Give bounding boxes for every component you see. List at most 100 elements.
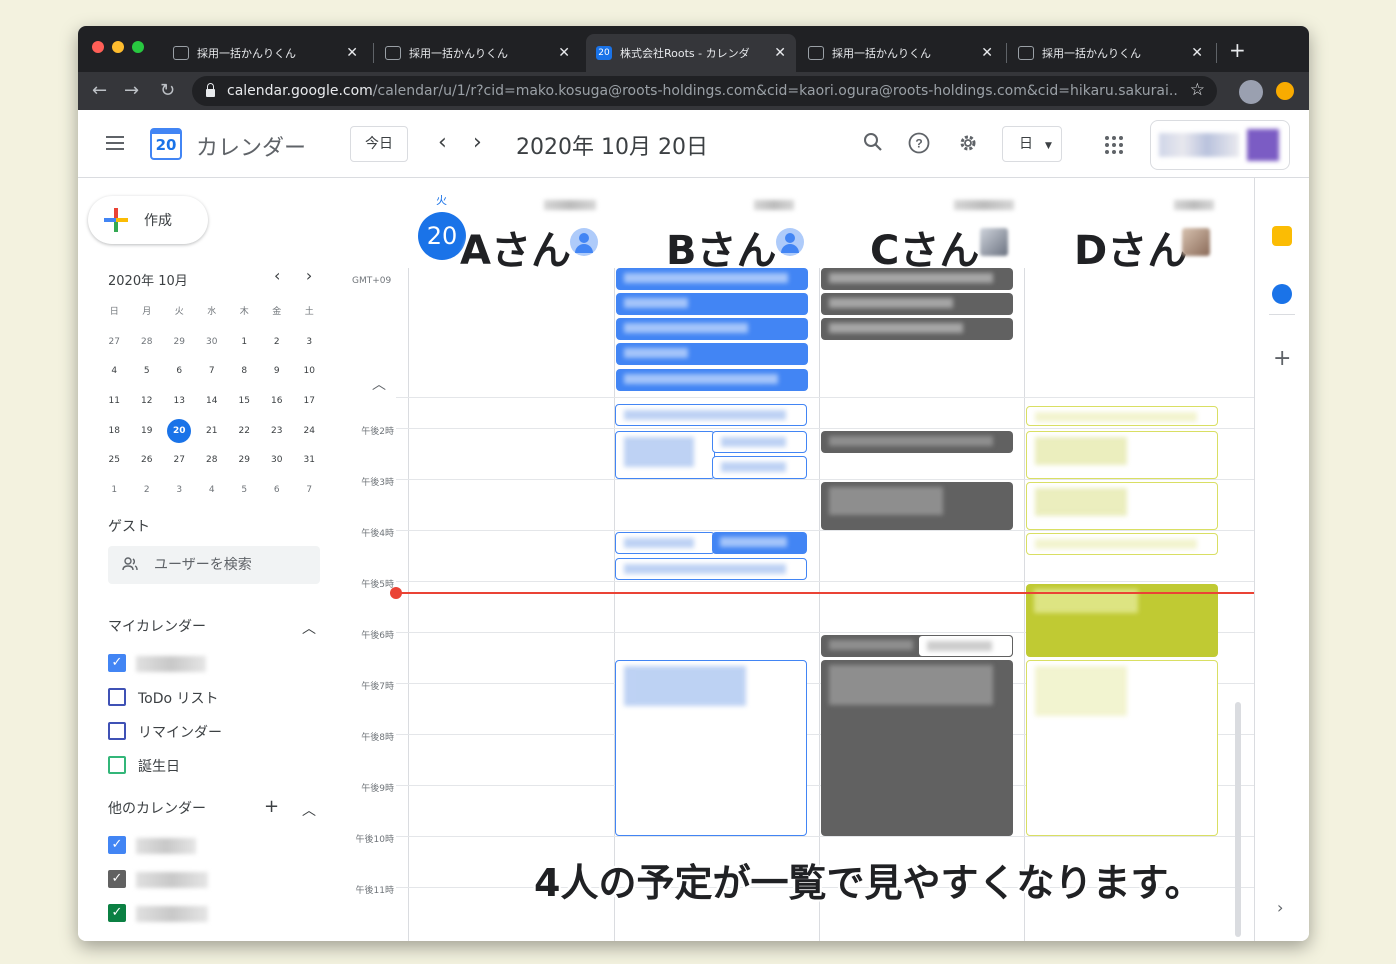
calendar-event[interactable]	[615, 431, 715, 479]
chevron-up-icon[interactable]: ︿	[302, 800, 316, 820]
get-addons-plus-icon[interactable]: +	[1273, 346, 1291, 371]
calendar-event[interactable]	[821, 293, 1013, 315]
calendar-checkbox[interactable]: ✓	[108, 654, 126, 672]
mini-calendar-day[interactable]: 25	[98, 450, 131, 480]
mini-calendar-day[interactable]: 3	[293, 332, 326, 362]
minimize-window-button[interactable]	[112, 41, 124, 53]
calendar-event[interactable]	[616, 268, 808, 290]
mini-calendar-day[interactable]: 27	[98, 332, 131, 362]
calendar-event[interactable]	[1026, 406, 1218, 426]
calendar-event[interactable]	[616, 318, 808, 340]
mini-calendar-day[interactable]: 6	[163, 361, 196, 391]
create-button[interactable]: 作成	[88, 196, 208, 244]
mini-calendar-day[interactable]: 4	[98, 361, 131, 391]
mini-calendar-day[interactable]: 29	[228, 450, 261, 480]
mini-calendar-day[interactable]: 4	[196, 480, 229, 510]
mini-calendar-day[interactable]: 26	[131, 450, 164, 480]
mini-calendar-day[interactable]: 28	[131, 332, 164, 362]
mini-calendar-day[interactable]: 1	[98, 480, 131, 510]
mini-calendar-day[interactable]: 17	[293, 391, 326, 421]
next-month-icon[interactable]: ›	[306, 266, 312, 285]
calendar-event[interactable]	[1026, 660, 1218, 836]
maximize-window-button[interactable]	[132, 41, 144, 53]
tab-close-icon[interactable]: ✕	[1191, 45, 1203, 61]
day-number[interactable]: 20	[418, 212, 466, 260]
mini-calendar-day[interactable]: 19	[131, 421, 164, 451]
mini-calendar-day[interactable]: 6	[261, 480, 294, 510]
mini-calendar-day[interactable]: 7	[196, 361, 229, 391]
mini-calendar-day[interactable]: 27	[163, 450, 196, 480]
calendar-event[interactable]	[616, 343, 808, 365]
scrollbar[interactable]	[1235, 702, 1241, 937]
add-calendar-icon[interactable]: +	[264, 796, 279, 817]
calendar-event[interactable]	[615, 558, 807, 580]
browser-tab[interactable]: 採用一括かんりくん ✕	[1008, 34, 1213, 72]
prev-month-icon[interactable]: ‹	[274, 266, 280, 285]
main-menu-icon[interactable]	[106, 136, 124, 150]
mini-calendar-day[interactable]: 11	[98, 391, 131, 421]
calendar-event[interactable]	[712, 431, 807, 453]
mini-calendar-day[interactable]: 5	[131, 361, 164, 391]
calendar-checkbox[interactable]: ✓	[108, 904, 126, 922]
mini-calendar-day[interactable]: 3	[163, 480, 196, 510]
calendar-event[interactable]	[616, 293, 808, 315]
profile-avatar[interactable]	[1239, 80, 1263, 104]
browser-tab-active[interactable]: 20 株式会社Roots - カレンダ ✕	[586, 34, 796, 72]
mini-calendar-day[interactable]: 28	[196, 450, 229, 480]
extension-icon[interactable]	[1276, 82, 1294, 100]
mini-calendar-day[interactable]: 8	[228, 361, 261, 391]
url-input[interactable]: calendar.google.com/calendar/u/1/r?cid=m…	[192, 76, 1217, 106]
mini-calendar-day[interactable]: 30	[196, 332, 229, 362]
back-arrow-icon[interactable]: ←	[92, 80, 107, 101]
browser-tab[interactable]: 採用一括かんりくん ✕	[375, 34, 580, 72]
calendar-checkbox[interactable]: ✓	[108, 836, 126, 854]
today-button[interactable]: 今日	[350, 126, 408, 162]
mini-calendar-day[interactable]: 13	[163, 391, 196, 421]
calendar-event[interactable]	[821, 268, 1013, 290]
mini-calendar-day[interactable]: 1	[228, 332, 261, 362]
calendar-event[interactable]	[821, 431, 1013, 453]
mini-calendar-day[interactable]: 22	[228, 421, 261, 451]
mini-calendar-nav[interactable]: ‹ ›	[274, 266, 312, 285]
user-search-input[interactable]: ユーザーを検索	[108, 546, 320, 584]
collapse-allday-icon[interactable]: ︿	[372, 374, 386, 394]
mini-calendar-day[interactable]: 2	[131, 480, 164, 510]
close-window-button[interactable]	[92, 41, 104, 53]
settings-gear-icon[interactable]	[957, 132, 979, 154]
calendar-event[interactable]	[615, 660, 807, 836]
search-icon[interactable]	[862, 132, 884, 154]
mini-calendar-day[interactable]: 29	[163, 332, 196, 362]
prev-day-button[interactable]: ‹	[438, 130, 447, 155]
calendar-event[interactable]	[616, 369, 808, 391]
calendar-event[interactable]	[615, 532, 715, 554]
mini-calendar-day[interactable]: 16	[261, 391, 294, 421]
tab-close-icon[interactable]: ✕	[346, 45, 358, 61]
calendar-event[interactable]	[615, 404, 807, 426]
calendar-event[interactable]	[1026, 482, 1218, 530]
calendar-event[interactable]	[821, 482, 1013, 530]
view-selector[interactable]: 日 ▼	[1002, 126, 1062, 162]
mini-calendar-day[interactable]: 9	[261, 361, 294, 391]
calendar-checkbox[interactable]	[108, 756, 126, 774]
google-apps-icon[interactable]	[1105, 136, 1123, 154]
mini-calendar-day[interactable]: 23	[261, 421, 294, 451]
keep-icon[interactable]	[1272, 226, 1292, 246]
calendar-event[interactable]	[821, 318, 1013, 340]
mini-calendar-day[interactable]: 31	[293, 450, 326, 480]
calendar-event[interactable]	[1026, 533, 1218, 555]
mini-calendar-day[interactable]: 5	[228, 480, 261, 510]
calendar-event[interactable]	[1026, 431, 1218, 479]
chevron-up-icon[interactable]: ︿	[302, 618, 316, 638]
calendar-event[interactable]	[918, 635, 1013, 657]
mini-calendar-day[interactable]: 12	[131, 391, 164, 421]
expand-panel-chevron-icon[interactable]: ›	[1277, 898, 1283, 917]
mini-calendar-day[interactable]: 14	[196, 391, 229, 421]
forward-arrow-icon[interactable]: →	[124, 80, 139, 101]
help-icon[interactable]: ?	[908, 132, 930, 154]
mini-calendar-day[interactable]: 20	[167, 418, 192, 443]
tab-close-icon[interactable]: ✕	[774, 45, 786, 61]
next-day-button[interactable]: ›	[473, 130, 482, 155]
mini-calendar-day[interactable]: 21	[196, 421, 229, 451]
calendar-event[interactable]	[821, 660, 1013, 836]
mini-calendar-day[interactable]: 10	[293, 361, 326, 391]
